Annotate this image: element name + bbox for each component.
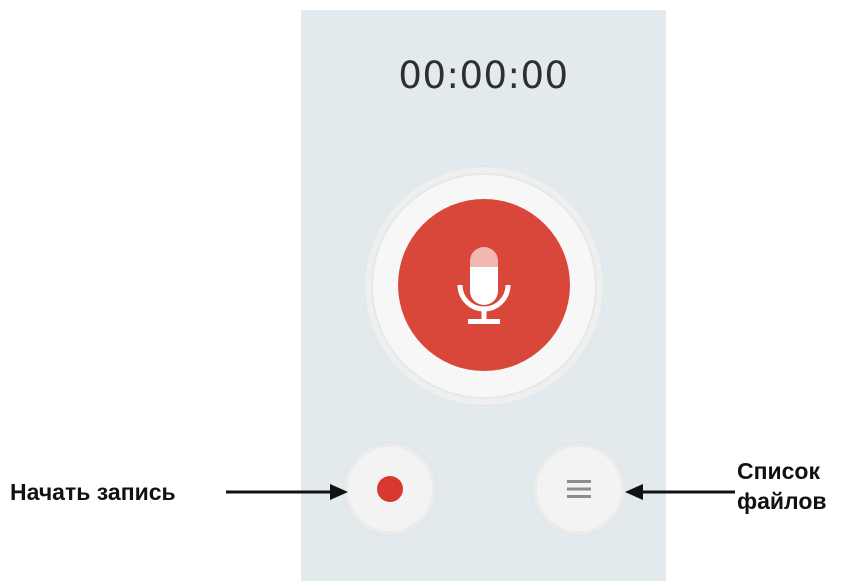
record-dot-icon — [377, 476, 403, 502]
file-list-label-line1: Список — [737, 458, 820, 484]
microphone-icon — [457, 247, 511, 324]
file-list-button[interactable] — [537, 447, 621, 531]
file-list-label: Список файлов — [737, 456, 867, 516]
recording-timer: 00:00:00 — [398, 54, 569, 97]
start-recording-button[interactable] — [348, 447, 432, 531]
menu-list-icon — [567, 480, 591, 498]
start-recording-label: Начать запись — [10, 479, 176, 505]
arrow-to-list-button — [625, 484, 735, 500]
annotated-screenshot: 00:00:00 Начать запись Список файлов — [0, 0, 868, 581]
arrow-to-record-button — [226, 484, 348, 500]
file-list-label-line2: файлов — [737, 488, 827, 514]
microphone-button[interactable] — [398, 199, 570, 371]
